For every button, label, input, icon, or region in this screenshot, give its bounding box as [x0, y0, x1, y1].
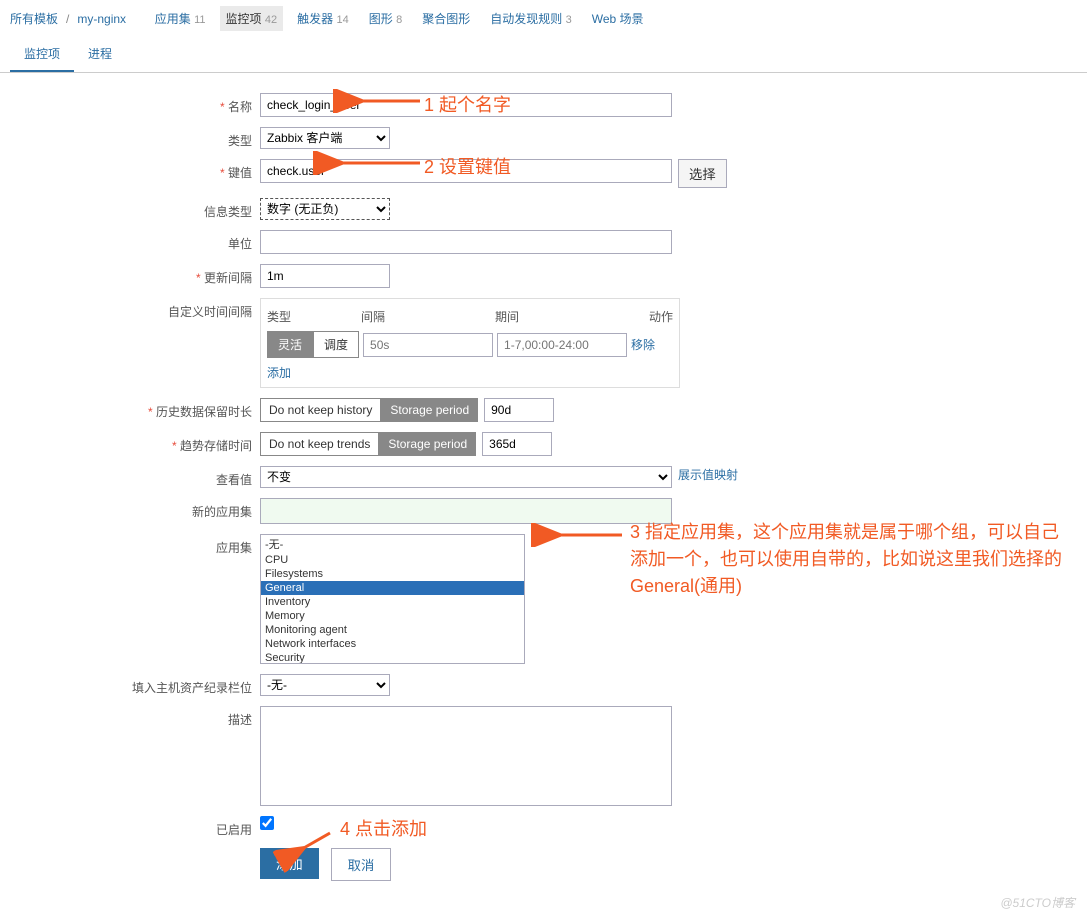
apps-option[interactable]: Security — [261, 651, 524, 664]
apps-option[interactable]: Inventory — [261, 595, 524, 609]
nav-apps[interactable]: 应用集 11 — [149, 6, 212, 31]
submit-button[interactable]: 添加 — [260, 848, 319, 879]
item-form: 名称 类型 Zabbix 客户端 键值 选择 信息类型 数字 (无正负) 单位 … — [0, 73, 1087, 921]
nav-screens[interactable]: 聚合图形 — [416, 6, 476, 31]
apps-option[interactable]: Memory — [261, 609, 524, 623]
label-info-type: 信息类型 — [0, 198, 260, 220]
name-input[interactable] — [260, 93, 672, 117]
update-input[interactable] — [260, 264, 390, 288]
show-val-select[interactable]: 不变 — [260, 466, 672, 488]
units-input[interactable] — [260, 230, 672, 254]
history-val-input[interactable] — [484, 398, 554, 422]
key-input[interactable] — [260, 159, 672, 183]
label-name: 名称 — [0, 93, 260, 115]
tab-process[interactable]: 进程 — [74, 37, 126, 72]
interval-flex-button[interactable]: 灵活 — [267, 331, 313, 358]
interval-remove[interactable]: 移除 — [631, 336, 655, 353]
crumb-all-templates[interactable]: 所有模板 — [10, 10, 58, 27]
interval-sched-button[interactable]: 调度 — [313, 331, 359, 358]
tab-item[interactable]: 监控项 — [10, 37, 74, 72]
label-type: 类型 — [0, 127, 260, 149]
label-history: 历史数据保留时长 — [0, 398, 260, 420]
type-select[interactable]: Zabbix 客户端 — [260, 127, 390, 149]
nav-graphs[interactable]: 图形 8 — [363, 6, 408, 31]
apps-option[interactable]: Filesystems — [261, 567, 524, 581]
nav-items[interactable]: 监控项 42 — [220, 6, 284, 31]
watermark: @51CTO博客 — [1000, 894, 1075, 911]
interval-val-input[interactable] — [363, 333, 493, 357]
apps-listbox[interactable]: -无-CPUFilesystemsGeneralInventoryMemoryM… — [260, 534, 525, 664]
trends-val-input[interactable] — [482, 432, 552, 456]
trends-no-keep[interactable]: Do not keep trends — [260, 432, 379, 456]
nav-triggers[interactable]: 触发器 14 — [291, 6, 355, 31]
history-no-keep[interactable]: Do not keep history — [260, 398, 381, 422]
apps-option[interactable]: Network interfaces — [261, 637, 524, 651]
info-type-select[interactable]: 数字 (无正负) — [260, 198, 390, 220]
label-inventory: 填入主机资产纪录栏位 — [0, 674, 260, 696]
show-mapping-link[interactable]: 展示值映射 — [678, 466, 738, 483]
history-storage-period[interactable]: Storage period — [381, 398, 478, 422]
label-trends: 趋势存储时间 — [0, 432, 260, 454]
apps-option[interactable]: Monitoring agent — [261, 623, 524, 637]
ihead-period: 期间 — [495, 308, 519, 325]
label-new-app: 新的应用集 — [0, 498, 260, 520]
nav-web[interactable]: Web 场景 — [586, 6, 650, 31]
enabled-checkbox[interactable] — [260, 816, 274, 830]
label-update: 更新间隔 — [0, 264, 260, 286]
ihead-type: 类型 — [267, 308, 291, 325]
key-select-button[interactable]: 选择 — [678, 159, 727, 188]
desc-textarea[interactable] — [260, 706, 672, 806]
tabs: 监控项 进程 — [0, 37, 1087, 73]
interval-period-input[interactable] — [497, 333, 627, 357]
interval-add[interactable]: 添加 — [267, 366, 291, 380]
label-key: 键值 — [0, 159, 260, 181]
ihead-action: 动作 — [649, 308, 673, 325]
apps-option[interactable]: General — [261, 581, 524, 595]
cancel-button[interactable]: 取消 — [331, 848, 392, 881]
label-apps: 应用集 — [0, 534, 260, 556]
label-custom-interval: 自定义时间间隔 — [0, 298, 260, 320]
crumb-sep: / — [66, 12, 69, 26]
crumb-template[interactable]: my-nginx — [77, 12, 126, 26]
label-units: 单位 — [0, 230, 260, 252]
inventory-select[interactable]: -无- — [260, 674, 390, 696]
apps-option[interactable]: -无- — [261, 535, 524, 553]
nav-discovery[interactable]: 自动发现规则 3 — [484, 6, 577, 31]
label-enabled: 已启用 — [0, 816, 260, 838]
label-show-val: 查看值 — [0, 466, 260, 488]
new-appset-input[interactable] — [260, 498, 672, 524]
custom-interval-box: 类型 间隔 期间 动作 灵活 调度 移除 添加 — [260, 298, 680, 388]
apps-option[interactable]: CPU — [261, 553, 524, 567]
breadcrumb: 所有模板 / my-nginx 应用集 11 监控项 42 触发器 14 图形 … — [0, 0, 1087, 37]
trends-storage-period[interactable]: Storage period — [379, 432, 476, 456]
ihead-interval: 间隔 — [361, 308, 385, 325]
label-desc: 描述 — [0, 706, 260, 728]
